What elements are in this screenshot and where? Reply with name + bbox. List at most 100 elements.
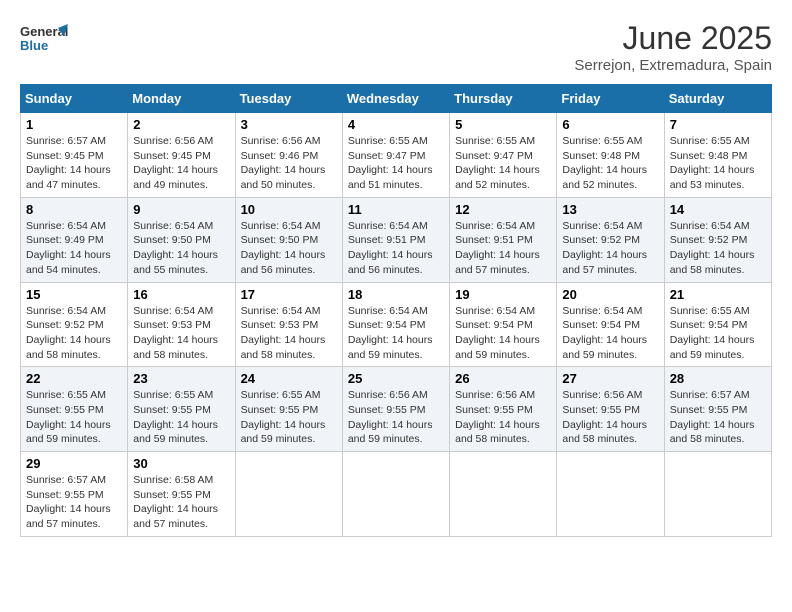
day-number: 27 [562, 371, 658, 386]
calendar-cell [342, 452, 449, 537]
calendar-cell: 30Sunrise: 6:58 AMSunset: 9:55 PMDayligh… [128, 452, 235, 537]
day-number: 7 [670, 117, 766, 132]
calendar-cell: 13 Sunrise: 6:54 AMSunset: 9:52 PMDayligh… [557, 197, 664, 282]
day-number: 17 [241, 287, 337, 302]
calendar-cell: 25Sunrise: 6:56 AMSunset: 9:55 PMDayligh… [342, 367, 449, 452]
day-info: Sunrise: 6:56 AMSunset: 9:55 PMDaylight:… [348, 388, 444, 447]
calendar-cell: 11 Sunrise: 6:54 AMSunset: 9:51 PMDayligh… [342, 197, 449, 282]
day-number: 13 [562, 202, 658, 217]
day-info: Sunrise: 6:54 AMSunset: 9:51 PMDaylight:… [348, 219, 444, 278]
calendar-cell: 14 Sunrise: 6:54 AMSunset: 9:52 PMDayligh… [664, 197, 771, 282]
calendar-cell: 19 Sunrise: 6:54 AMSunset: 9:54 PMDayligh… [450, 282, 557, 367]
title-area: June 2025 Serrejon, Extremadura, Spain [574, 20, 772, 74]
calendar-cell: 18 Sunrise: 6:54 AMSunset: 9:54 PMDayligh… [342, 282, 449, 367]
day-number: 15 [26, 287, 122, 302]
day-number: 29 [26, 456, 122, 471]
calendar-week-row: 29 Sunrise: 6:57 AMSunset: 9:55 PMDayligh… [21, 452, 772, 537]
day-info: Sunrise: 6:55 AMSunset: 9:54 PMDaylight:… [670, 304, 766, 363]
day-number: 23 [133, 371, 229, 386]
day-number: 20 [562, 287, 658, 302]
calendar-week-row: 22Sunrise: 6:55 AMSunset: 9:55 PMDayligh… [21, 367, 772, 452]
day-info: Sunrise: 6:56 AMSunset: 9:46 PMDaylight:… [241, 134, 337, 193]
calendar-cell [450, 452, 557, 537]
day-number: 8 [26, 202, 122, 217]
calendar-week-row: 8 Sunrise: 6:54 AMSunset: 9:49 PMDaylight… [21, 197, 772, 282]
calendar-cell: 26 Sunrise: 6:56 AMSunset: 9:55 PMDayligh… [450, 367, 557, 452]
day-number: 2 [133, 117, 229, 132]
calendar-cell [557, 452, 664, 537]
calendar-cell: 20 Sunrise: 6:54 AMSunset: 9:54 PMDayligh… [557, 282, 664, 367]
day-info: Sunrise: 6:57 AMSunset: 9:55 PMDaylight:… [26, 473, 122, 532]
day-info: Sunrise: 6:56 AMSunset: 9:55 PMDaylight:… [455, 388, 551, 447]
calendar-table: SundayMondayTuesdayWednesdayThursdayFrid… [20, 84, 772, 537]
day-info: Sunrise: 6:57 AMSunset: 9:55 PMDaylight:… [670, 388, 766, 447]
day-number: 14 [670, 202, 766, 217]
day-number: 30 [133, 456, 229, 471]
header-wednesday: Wednesday [342, 85, 449, 113]
calendar-week-row: 15 Sunrise: 6:54 AMSunset: 9:52 PMDayligh… [21, 282, 772, 367]
calendar-cell: 15 Sunrise: 6:54 AMSunset: 9:52 PMDayligh… [21, 282, 128, 367]
calendar-cell [664, 452, 771, 537]
day-info: Sunrise: 6:55 AMSunset: 9:48 PMDaylight:… [562, 134, 658, 193]
page-header: General Blue June 2025 Serrejon, Extrema… [20, 20, 772, 74]
day-info: Sunrise: 6:55 AMSunset: 9:48 PMDaylight:… [670, 134, 766, 193]
calendar-cell: 17 Sunrise: 6:54 AMSunset: 9:53 PMDayligh… [235, 282, 342, 367]
header-tuesday: Tuesday [235, 85, 342, 113]
header-saturday: Saturday [664, 85, 771, 113]
day-info: Sunrise: 6:54 AMSunset: 9:54 PMDaylight:… [455, 304, 551, 363]
header-thursday: Thursday [450, 85, 557, 113]
calendar-cell: 9 Sunrise: 6:54 AMSunset: 9:50 PMDaylight… [128, 197, 235, 282]
day-number: 5 [455, 117, 551, 132]
day-number: 28 [670, 371, 766, 386]
calendar-week-row: 1Sunrise: 6:57 AMSunset: 9:45 PMDaylight… [21, 113, 772, 198]
day-info: Sunrise: 6:54 AMSunset: 9:52 PMDaylight:… [26, 304, 122, 363]
day-info: Sunrise: 6:54 AMSunset: 9:54 PMDaylight:… [562, 304, 658, 363]
svg-text:Blue: Blue [20, 38, 48, 53]
calendar-cell [235, 452, 342, 537]
day-info: Sunrise: 6:54 AMSunset: 9:53 PMDaylight:… [241, 304, 337, 363]
day-number: 16 [133, 287, 229, 302]
calendar-cell: 1Sunrise: 6:57 AMSunset: 9:45 PMDaylight… [21, 113, 128, 198]
day-number: 19 [455, 287, 551, 302]
calendar-cell: 10 Sunrise: 6:54 AMSunset: 9:50 PMDayligh… [235, 197, 342, 282]
calendar-cell: 23Sunrise: 6:55 AMSunset: 9:55 PMDayligh… [128, 367, 235, 452]
day-number: 6 [562, 117, 658, 132]
calendar-cell: 12 Sunrise: 6:54 AMSunset: 9:51 PMDayligh… [450, 197, 557, 282]
calendar-cell: 29 Sunrise: 6:57 AMSunset: 9:55 PMDayligh… [21, 452, 128, 537]
header-friday: Friday [557, 85, 664, 113]
day-number: 3 [241, 117, 337, 132]
day-number: 24 [241, 371, 337, 386]
day-info: Sunrise: 6:54 AMSunset: 9:50 PMDaylight:… [133, 219, 229, 278]
day-number: 18 [348, 287, 444, 302]
day-info: Sunrise: 6:54 AMSunset: 9:51 PMDaylight:… [455, 219, 551, 278]
calendar-cell: 6 Sunrise: 6:55 AMSunset: 9:48 PMDaylight… [557, 113, 664, 198]
day-number: 21 [670, 287, 766, 302]
day-number: 12 [455, 202, 551, 217]
day-info: Sunrise: 6:54 AMSunset: 9:50 PMDaylight:… [241, 219, 337, 278]
day-info: Sunrise: 6:54 AMSunset: 9:52 PMDaylight:… [670, 219, 766, 278]
day-number: 11 [348, 202, 444, 217]
calendar-cell: 16 Sunrise: 6:54 AMSunset: 9:53 PMDayligh… [128, 282, 235, 367]
calendar-cell: 28 Sunrise: 6:57 AMSunset: 9:55 PMDayligh… [664, 367, 771, 452]
calendar-cell: 22Sunrise: 6:55 AMSunset: 9:55 PMDayligh… [21, 367, 128, 452]
calendar-cell: 4Sunrise: 6:55 AMSunset: 9:47 PMDaylight… [342, 113, 449, 198]
day-info: Sunrise: 6:56 AMSunset: 9:55 PMDaylight:… [562, 388, 658, 447]
calendar-cell: 2Sunrise: 6:56 AMSunset: 9:45 PMDaylight… [128, 113, 235, 198]
day-info: Sunrise: 6:54 AMSunset: 9:53 PMDaylight:… [133, 304, 229, 363]
day-number: 10 [241, 202, 337, 217]
calendar-cell: 8 Sunrise: 6:54 AMSunset: 9:49 PMDaylight… [21, 197, 128, 282]
calendar-cell: 27 Sunrise: 6:56 AMSunset: 9:55 PMDayligh… [557, 367, 664, 452]
month-title: June 2025 [574, 20, 772, 57]
calendar-cell: 21 Sunrise: 6:55 AMSunset: 9:54 PMDayligh… [664, 282, 771, 367]
day-info: Sunrise: 6:55 AMSunset: 9:55 PMDaylight:… [241, 388, 337, 447]
day-info: Sunrise: 6:55 AMSunset: 9:47 PMDaylight:… [455, 134, 551, 193]
day-number: 26 [455, 371, 551, 386]
day-info: Sunrise: 6:54 AMSunset: 9:49 PMDaylight:… [26, 219, 122, 278]
header-monday: Monday [128, 85, 235, 113]
day-info: Sunrise: 6:54 AMSunset: 9:54 PMDaylight:… [348, 304, 444, 363]
header-sunday: Sunday [21, 85, 128, 113]
day-info: Sunrise: 6:55 AMSunset: 9:55 PMDaylight:… [26, 388, 122, 447]
day-info: Sunrise: 6:54 AMSunset: 9:52 PMDaylight:… [562, 219, 658, 278]
day-number: 1 [26, 117, 122, 132]
day-number: 9 [133, 202, 229, 217]
